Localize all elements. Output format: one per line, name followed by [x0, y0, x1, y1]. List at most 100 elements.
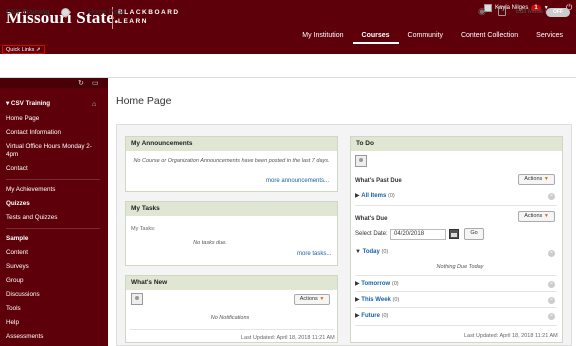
todo-title[interactable]: To Do	[351, 137, 562, 151]
sidebar-item-tools[interactable]: Tools	[6, 305, 102, 313]
dismiss-icon[interactable]: ×	[548, 281, 555, 288]
more-announcements-link[interactable]: more announcements...	[266, 178, 329, 184]
all-items-label[interactable]: All Items	[361, 193, 386, 199]
expand-triangle-icon: ▶	[355, 281, 360, 287]
tomorrow-label[interactable]: Tomorrow	[361, 281, 390, 287]
sidebar-item-content[interactable]: Content	[6, 249, 102, 257]
whats-new-module: What's New	[125, 275, 338, 343]
sidebar-item-quizzes[interactable]: Quizzes	[6, 200, 102, 208]
select-date-input[interactable]: 04/20/2018	[390, 229, 446, 240]
refresh-icon[interactable]: ↻	[78, 79, 84, 87]
this-week-count: (0)	[392, 297, 400, 303]
sidebar-item-sample[interactable]: Sample	[6, 235, 102, 243]
tab-content-collection[interactable]: Content Collection	[452, 31, 527, 44]
whats-new-last-updated: Last Updated: April 18, 2018 11:21 AM	[241, 335, 335, 341]
past-due-actions-button[interactable]: Actions ▼	[518, 174, 555, 185]
whats-new-separator	[130, 329, 333, 330]
expand-triangle-icon: ▶	[355, 313, 360, 319]
todo-group-future[interactable]: ▶ Future (0)	[355, 312, 388, 319]
tab-my-institution[interactable]: My Institution	[293, 31, 352, 44]
home-icon: ⌂	[92, 101, 97, 108]
sidebar-divider	[6, 179, 100, 180]
this-week-label[interactable]: This Week	[361, 297, 391, 303]
go-button[interactable]: Go	[464, 228, 484, 240]
expand-triangle-icon: ▶	[355, 193, 360, 199]
learn-word: LEARN	[118, 18, 148, 25]
todo-separator	[355, 275, 557, 276]
calendar-icon[interactable]	[449, 229, 459, 239]
today-label[interactable]: Today	[363, 249, 380, 255]
dismiss-icon[interactable]: ×	[548, 313, 555, 320]
all-items-count: (0)	[387, 193, 395, 199]
main-nav-tabs: My Institution Courses Community Content…	[293, 31, 572, 44]
todo-separator	[355, 307, 557, 308]
todo-group-today[interactable]: ▼ Today (0)	[355, 249, 388, 255]
future-count: (0)	[381, 313, 389, 319]
expanded-triangle-icon: ▼	[355, 249, 361, 255]
sidebar-item-discussions[interactable]: Discussions	[6, 291, 102, 299]
quick-links-bar	[0, 44, 576, 54]
breadcrumb-menu-icon[interactable]	[61, 8, 70, 17]
notifications-avatar-icon	[131, 293, 143, 305]
todo-group-tomorrow[interactable]: ▶ Tomorrow (0)	[355, 280, 399, 287]
tasks-empty-text: No tasks due.	[193, 240, 227, 246]
course-menu-title[interactable]: ▾ CSV Training	[6, 100, 102, 108]
no-notifications-text: No Notifications	[210, 315, 250, 321]
todo-separator	[355, 325, 557, 326]
whats-new-title[interactable]: What's New	[126, 276, 337, 290]
page-options-icon[interactable]	[498, 6, 506, 16]
quick-links-label: Quick Links	[6, 47, 35, 53]
sidebar-item-help[interactable]: Help	[6, 319, 102, 327]
chevron-down-icon: ▼	[543, 213, 549, 219]
tasks-title[interactable]: My Tasks	[126, 202, 337, 216]
sidebar-item-group[interactable]: Group	[6, 277, 102, 285]
whats-new-actions-label: Actions	[299, 296, 318, 302]
sidebar-item-virtual-office-hours[interactable]: Virtual Office Hours Monday 2-4pm	[6, 143, 102, 159]
breadcrumb-bar	[0, 54, 576, 78]
todo-group-this-week[interactable]: ▶ This Week (0)	[355, 296, 399, 303]
collapse-chevron-icon: ▾	[6, 100, 10, 107]
todo-last-updated: Last Updated: April 18, 2018 11:21 AM	[464, 333, 558, 339]
sidebar-item-my-achievements[interactable]: My Achievements	[6, 186, 102, 194]
announcements-title[interactable]: My Announcements	[126, 137, 337, 151]
whats-new-actions-button[interactable]: Actions ▼	[294, 294, 330, 305]
more-tasks-link[interactable]: more tasks...	[297, 251, 331, 257]
tab-community[interactable]: Community	[399, 31, 452, 44]
sidebar-item-contact-information[interactable]: Contact Information	[6, 129, 102, 137]
dismiss-icon[interactable]: ×	[548, 193, 555, 200]
blackboard-learn-wordmark: BLACKBOARD LEARN	[118, 8, 180, 26]
sidebar-item-assessments[interactable]: Assessments	[6, 333, 102, 341]
tasks-label: My Tasks:	[131, 226, 156, 232]
tab-courses[interactable]: Courses	[352, 31, 399, 44]
expand-triangle-icon: ▶	[355, 297, 360, 303]
future-label[interactable]: Future	[361, 313, 380, 319]
quick-links-button[interactable]: Quick Links ⇗	[2, 45, 45, 54]
past-due-label: What's Past Due	[355, 178, 402, 184]
sidebar-item-tests-and-quizzes[interactable]: Tests and Quizzes	[6, 214, 102, 222]
external-link-icon: ⇗	[35, 47, 41, 53]
sidebar-item-contact[interactable]: Contact	[6, 165, 102, 173]
tomorrow-count: (0)	[391, 281, 399, 287]
student-preview-icon[interactable]: ◉	[478, 6, 486, 17]
dismiss-icon[interactable]: ×	[548, 297, 555, 304]
todo-avatar-icon	[355, 155, 367, 167]
breadcrumb-page: Home Page	[88, 9, 125, 16]
today-count: (0)	[381, 249, 389, 255]
all-items-row[interactable]: ▶ All Items (0)	[355, 192, 395, 199]
sidebar-item-surveys[interactable]: Surveys	[6, 263, 102, 271]
whats-due-actions-button[interactable]: Actions ▼	[518, 211, 555, 222]
todo-separator	[355, 205, 557, 206]
chevron-down-icon: ▼	[543, 176, 549, 182]
dismiss-icon[interactable]: ×	[548, 250, 555, 257]
nothing-due-today-text: Nothing Due Today	[436, 264, 484, 270]
edit-mode-toggle[interactable]: OFF	[546, 8, 570, 17]
sidebar-item-home-page[interactable]: Home Page	[6, 115, 102, 123]
blackboard-word: BLACKBOARD	[118, 9, 180, 16]
chevron-down-icon: ▼	[319, 296, 325, 302]
breadcrumb-course[interactable]: CSV Training	[6, 9, 50, 16]
past-due-actions-label: Actions	[524, 176, 543, 182]
page-title: Home Page	[116, 95, 172, 107]
tab-services[interactable]: Services	[527, 31, 572, 44]
course-menu-title-text: CSV Training	[10, 100, 51, 107]
folder-view-icon[interactable]: ▭	[92, 79, 99, 87]
